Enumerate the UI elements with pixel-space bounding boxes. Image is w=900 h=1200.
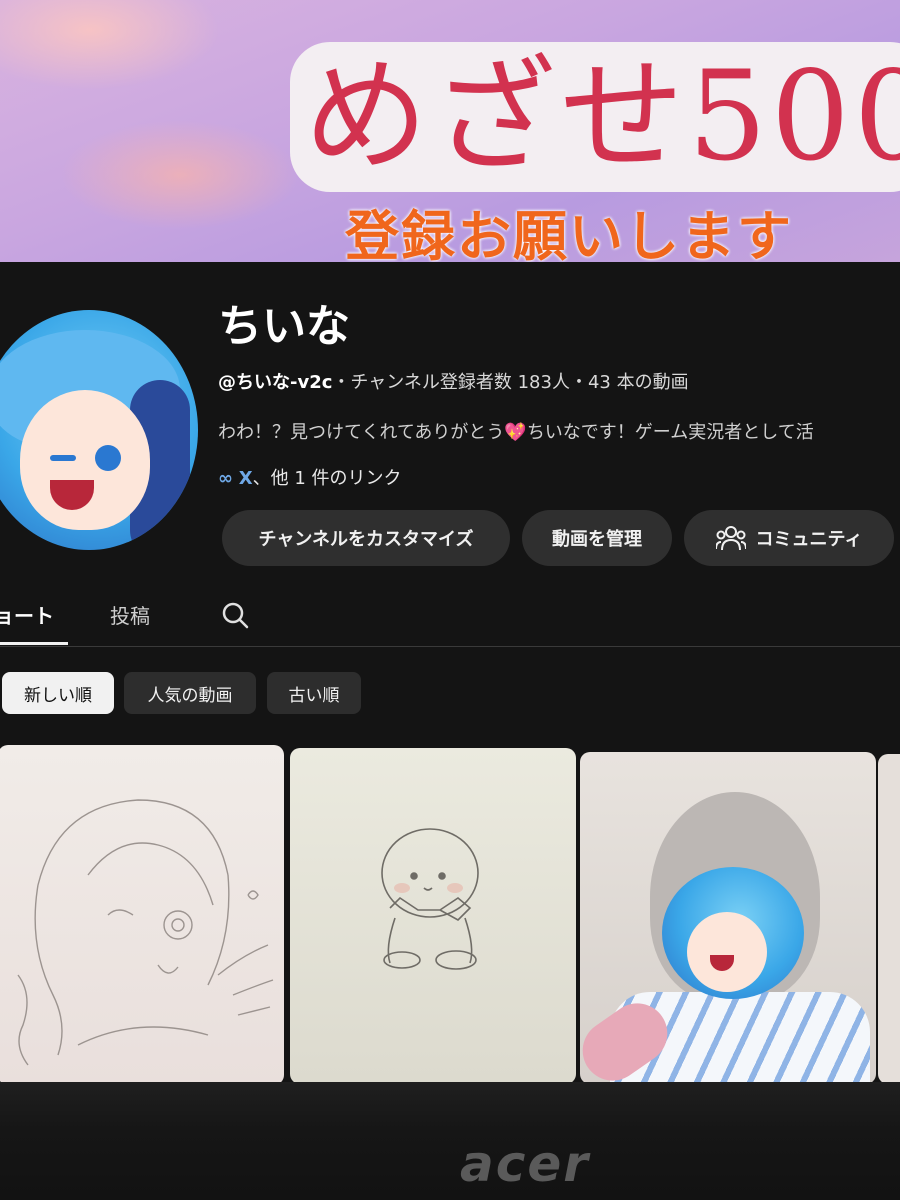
banner-title: めざせ500 bbox=[290, 42, 900, 192]
customize-channel-button[interactable]: チャンネルをカスタマイズ bbox=[222, 510, 510, 566]
channel-meta: @ちいな-v2c・チャンネル登録者数 183人・43 本の動画 bbox=[218, 368, 689, 394]
channel-banner: めざせ500 登録お願いします bbox=[0, 0, 900, 262]
more-links-text[interactable]: 、他 1 件のリンク bbox=[253, 468, 402, 489]
tab-shorts[interactable]: ョート bbox=[0, 600, 54, 629]
tab-posts[interactable]: 投稿 bbox=[110, 600, 150, 629]
avatar-face bbox=[20, 390, 150, 530]
channel-name: ちいな bbox=[218, 301, 350, 352]
short-thumbnail[interactable] bbox=[878, 754, 900, 1084]
chip-oldest-label: 古い順 bbox=[288, 685, 340, 706]
photo-avatar-sticker bbox=[662, 867, 804, 999]
banner-subtitle: 登録お願いします bbox=[345, 205, 793, 262]
sketch-girl-image bbox=[17, 799, 274, 1066]
short-thumbnail[interactable] bbox=[580, 752, 876, 1084]
search-icon[interactable] bbox=[220, 600, 250, 630]
channel-description[interactable]: わわ！？見つけてくれてありがとう💖ちいなです！ゲーム実況者として活 bbox=[218, 418, 814, 444]
community-button[interactable]: コミュニティ bbox=[684, 510, 894, 566]
channel-links[interactable]: ∞ X、他 1 件のリンク bbox=[218, 464, 402, 490]
monitor-brand-logo: acer bbox=[460, 1135, 590, 1193]
chip-newest[interactable]: 新しい順 bbox=[2, 672, 114, 714]
chip-oldest[interactable]: 古い順 bbox=[267, 672, 361, 714]
x-link[interactable]: X bbox=[239, 468, 253, 489]
description-text: わわ！？見つけてくれてありがとう bbox=[218, 422, 505, 443]
community-icon bbox=[715, 526, 746, 551]
description-text-2: ちいなです！ゲーム実況者として活 bbox=[526, 422, 814, 443]
sketch-character-image bbox=[381, 828, 479, 970]
channel-avatar[interactable] bbox=[0, 310, 198, 550]
active-tab-underline bbox=[0, 642, 68, 645]
channel-stats: ・チャンネル登録者数 183人・43 本の動画 bbox=[332, 372, 689, 393]
banner-cloud bbox=[0, 0, 220, 90]
link-icon: ∞ bbox=[218, 468, 233, 489]
manage-videos-label: 動画を管理 bbox=[552, 529, 642, 550]
manage-videos-button[interactable]: 動画を管理 bbox=[522, 510, 672, 566]
customize-channel-label: チャンネルをカスタマイズ bbox=[258, 529, 474, 550]
banner-cloud bbox=[60, 120, 300, 230]
sticker-face bbox=[687, 912, 767, 992]
heart-icon: 💖 bbox=[504, 422, 527, 443]
chip-popular-label: 人気の動画 bbox=[147, 685, 233, 706]
community-label: コミュニティ bbox=[755, 529, 863, 550]
short-thumbnail[interactable] bbox=[290, 748, 576, 1084]
chip-popular[interactable]: 人気の動画 bbox=[124, 672, 256, 714]
tab-divider bbox=[0, 646, 900, 647]
avatar-eye bbox=[95, 445, 121, 471]
monitor-bezel bbox=[0, 1082, 900, 1200]
chip-newest-label: 新しい順 bbox=[24, 685, 92, 706]
avatar-wink-eye bbox=[50, 455, 76, 461]
channel-handle: @ちいな-v2c bbox=[218, 372, 333, 393]
short-thumbnail[interactable] bbox=[0, 745, 284, 1085]
